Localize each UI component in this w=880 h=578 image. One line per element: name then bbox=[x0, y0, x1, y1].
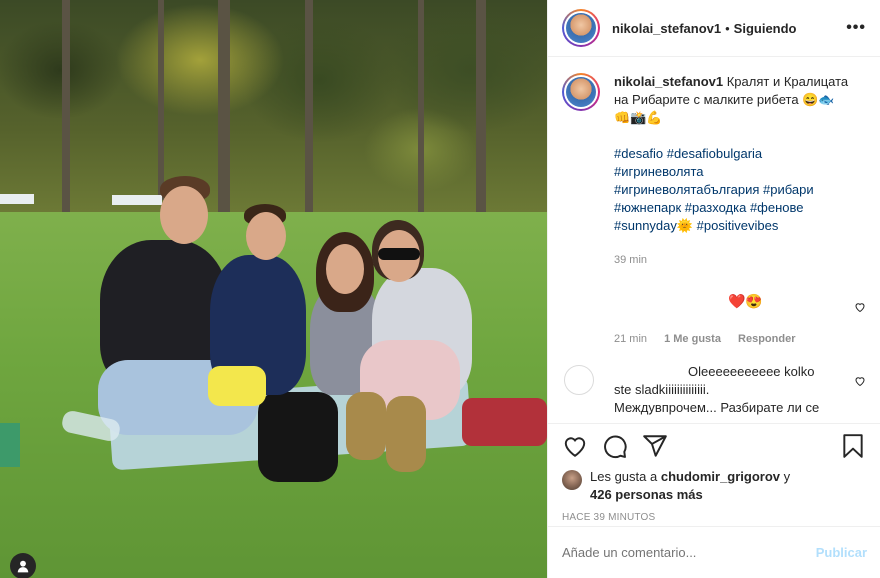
caption-username[interactable]: nikolai_stefanov1 bbox=[614, 74, 723, 89]
park-bench bbox=[0, 194, 34, 204]
post-header: nikolai_stefanov1 • Siguiendo ••• bbox=[548, 0, 880, 57]
user-tag-icon bbox=[17, 560, 29, 573]
comment-text: Oleeeeeeeeeee kolko ste sladkiiiiiiiiiii… bbox=[614, 363, 834, 417]
comment-text: ❤️😍 bbox=[728, 293, 763, 309]
trees-background bbox=[0, 0, 547, 215]
likes-summary: Les gusta a chudomir_grigorov y 426 pers… bbox=[548, 468, 880, 504]
comment-likes[interactable]: 1 Me gusta bbox=[664, 333, 721, 345]
user-tag-button[interactable] bbox=[10, 553, 36, 578]
tree-trunk bbox=[476, 0, 486, 215]
caption-body: nikolai_stefanov1 Кралят и Кралицата на … bbox=[614, 73, 866, 269]
bookmark-icon[interactable] bbox=[840, 433, 866, 459]
person-woman-boot bbox=[346, 392, 386, 460]
post-actions bbox=[548, 424, 880, 468]
author-username[interactable]: nikolai_stefanov1 bbox=[612, 21, 721, 36]
caption-avatar[interactable] bbox=[562, 73, 600, 111]
comment-item: Oleeeeeeeeeee kolko ste sladkiiiiiiiiiii… bbox=[562, 363, 866, 423]
green-can bbox=[0, 423, 20, 467]
more-options-icon[interactable]: ••• bbox=[846, 19, 866, 37]
red-bag bbox=[462, 398, 547, 446]
tree-trunk bbox=[62, 0, 70, 215]
hashtag-line[interactable]: #desafio #desafiobulgaria bbox=[614, 145, 866, 163]
person-man-face bbox=[160, 186, 208, 244]
reply-button[interactable]: Responder bbox=[738, 333, 795, 345]
comment-item: ❤️😍 21 min 1 Me gusta Responder bbox=[562, 289, 866, 345]
person-woman-boot bbox=[386, 396, 426, 472]
comment-meta: 21 min 1 Me gusta Responder bbox=[614, 333, 809, 345]
comment-like-heart-icon[interactable] bbox=[854, 375, 866, 387]
person-boy-face bbox=[246, 212, 286, 260]
comment-time[interactable]: 21 min bbox=[614, 333, 647, 345]
likes-suffix: y bbox=[783, 469, 791, 484]
comment-like-heart-icon[interactable] bbox=[854, 301, 866, 313]
avatar-image bbox=[566, 13, 596, 43]
comment-line: ste sladkiiiiiiiiiiiiii. bbox=[614, 382, 710, 397]
commenter-avatar[interactable] bbox=[564, 365, 594, 395]
post-photo[interactable] bbox=[0, 0, 547, 578]
caption-time[interactable]: 39 min bbox=[614, 251, 866, 269]
separator-dot: • bbox=[725, 20, 730, 36]
comment-line: Междувпрочем... Разбирате ли се bbox=[614, 400, 820, 415]
avatar-image bbox=[566, 77, 596, 107]
instagram-post-view: nikolai_stefanov1 • Siguiendo ••• nikola… bbox=[0, 0, 880, 578]
person-man-shoes bbox=[258, 392, 338, 482]
likes-others[interactable]: 426 personas más bbox=[590, 487, 703, 502]
hashtag-line[interactable]: #игриневолятабългария #рибари bbox=[614, 181, 866, 199]
person-girl-face bbox=[326, 244, 364, 294]
heart-icon[interactable] bbox=[562, 433, 588, 459]
tree-trunk bbox=[218, 0, 230, 215]
comment-input[interactable] bbox=[562, 545, 792, 560]
tree-trunk bbox=[158, 0, 164, 200]
liker-username[interactable]: chudomir_grigorov bbox=[661, 469, 780, 484]
share-icon[interactable] bbox=[642, 433, 668, 459]
tree-trunk bbox=[305, 0, 313, 215]
caption: nikolai_stefanov1 Кралят и Кралицата на … bbox=[562, 73, 866, 269]
sunglasses bbox=[378, 248, 420, 260]
caption-emoji-line: 👊📸💪 bbox=[614, 110, 663, 125]
post-timestamp[interactable]: HACE 39 MINUTOS bbox=[548, 504, 880, 523]
likes-prefix: Les gusta a bbox=[590, 469, 658, 484]
hashtags: #desafio #desafiobulgaria #игриневолята … bbox=[614, 145, 866, 235]
post-side-panel: nikolai_stefanov1 • Siguiendo ••• nikola… bbox=[547, 0, 880, 578]
publish-button[interactable]: Publicar bbox=[816, 545, 867, 560]
tree-trunk bbox=[418, 0, 424, 215]
follow-status-button[interactable]: Siguiendo bbox=[734, 21, 797, 36]
comment-icon[interactable] bbox=[602, 433, 628, 459]
comment-line: Oleeeeeeeeeee kolko bbox=[688, 364, 815, 379]
comments-section[interactable]: nikolai_stefanov1 Кралят и Кралицата на … bbox=[548, 57, 880, 424]
hashtag-line[interactable]: #южнепарк #разходка #фенове bbox=[614, 199, 866, 217]
liker-avatar[interactable] bbox=[562, 470, 582, 490]
hashtag-line[interactable]: #игриневолята bbox=[614, 163, 866, 181]
hashtag-line[interactable]: #sunnyday🌞 #positivevibes bbox=[614, 217, 866, 235]
author-avatar[interactable] bbox=[562, 9, 600, 47]
park-bench bbox=[112, 195, 162, 205]
add-comment-bar: Publicar bbox=[548, 526, 880, 578]
yellow-item bbox=[208, 366, 266, 406]
